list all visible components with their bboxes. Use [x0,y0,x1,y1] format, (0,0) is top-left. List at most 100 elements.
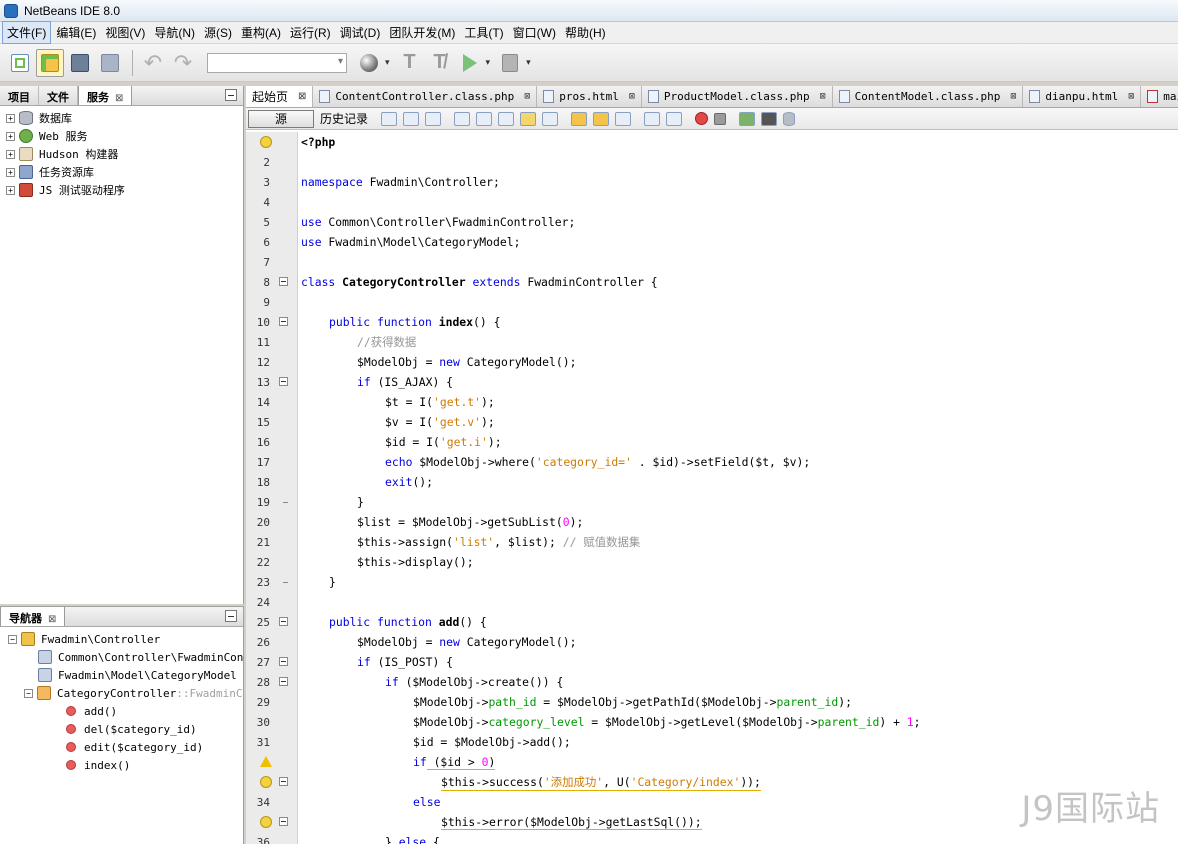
fold-toggle[interactable] [279,657,288,666]
new-file-button[interactable] [6,49,34,77]
tree-item-web-services[interactable]: + Web 服务 [6,127,243,145]
back-icon[interactable] [403,111,420,126]
expand-icon[interactable]: + [6,131,15,141]
menu-view[interactable]: 视图(V) [101,22,149,43]
tree-item-hudson[interactable]: + Hudson 构建器 [6,145,243,163]
menu-tools[interactable]: 工具(T) [460,22,507,43]
nav-item-use[interactable]: Fwadmin\Model\CategoryModel [8,666,243,684]
fold-toggle[interactable] [279,377,288,386]
configuration-combobox[interactable] [207,52,347,73]
warning-icon[interactable] [260,756,272,767]
redo-button[interactable]: ↷ [169,49,197,77]
editor-tab[interactable]: ProductModel.class.php ⊠ [642,86,833,107]
close-icon[interactable]: ⊠ [115,93,123,104]
fold-toggle[interactable] [279,617,288,626]
new-project-button[interactable] [36,48,64,77]
menu-edit[interactable]: 编辑(E) [52,22,100,43]
menu-window[interactable]: 窗口(W) [509,22,560,43]
tree-item-databases[interactable]: + 数据库 [6,109,243,127]
code-area[interactable]: 1<?php 2 3namespace Fwadmin\Controller; … [246,132,1178,844]
menu-source[interactable]: 源(S) [200,22,236,43]
nav-item-use[interactable]: Common\Controller\FwadminCont [8,648,243,666]
fold-toggle[interactable] [279,777,288,786]
nav-item-method[interactable]: add() [8,702,243,720]
hint-bulb-icon[interactable] [260,816,272,828]
clean-build-button[interactable]: T̸ [426,49,454,77]
tree-item-task-repositories[interactable]: + 任务资源库 [6,163,243,181]
collapse-icon[interactable]: − [24,688,33,698]
nav-item-method[interactable]: edit($category_id) [8,738,243,756]
next-bookmark-icon[interactable] [593,111,610,126]
menu-help[interactable]: 帮助(H) [561,22,610,43]
toggle-bookmark-icon[interactable] [615,111,632,126]
source-view-button[interactable]: 源 [248,109,314,128]
chevron-down-icon[interactable]: ▾ [526,57,531,68]
fold-toggle[interactable] [279,817,288,826]
debug-button[interactable] [496,49,524,77]
toggle-highlight-icon[interactable] [520,111,537,126]
fold-toggle[interactable] [279,677,288,686]
menu-file[interactable]: 文件(F) [2,21,52,44]
forward-icon[interactable] [425,111,442,126]
run-button[interactable] [456,49,484,77]
nav-item-namespace[interactable]: − Fwadmin\Controller [8,630,243,648]
close-icon[interactable]: ⊠ [48,614,56,625]
menu-team[interactable]: 团队开发(M) [385,22,459,43]
find-next-icon[interactable] [498,111,515,126]
menu-run[interactable]: 运行(R) [286,22,335,43]
nav-item-class[interactable]: − CategoryController::FwadminCo [8,684,243,702]
stop-macro-icon[interactable] [714,112,727,125]
close-icon[interactable]: ⊠ [298,91,306,102]
tab-projects[interactable]: 项目 [0,86,39,105]
menu-debug[interactable]: 调试(D) [336,22,385,43]
editor-tab[interactable]: dianpu.html ⊠ [1023,86,1142,107]
tab-navigator[interactable]: 导航器 ⊠ [0,607,66,626]
chevron-down-icon[interactable]: ▾ [486,57,491,68]
validate-icon[interactable] [761,111,778,126]
nav-item-method[interactable]: index() [8,756,243,774]
start-macro-icon[interactable] [695,112,709,125]
close-icon[interactable]: ⊠ [629,91,635,102]
previous-bookmark-icon[interactable] [571,111,588,126]
editor-tab[interactable]: main.html [1141,86,1178,107]
tab-files[interactable]: 文件 [39,86,78,105]
expand-icon[interactable]: + [6,149,15,159]
fold-toggle[interactable] [279,317,288,326]
check-file-icon[interactable] [739,111,756,126]
minimize-panel-button[interactable] [225,89,237,101]
database-icon[interactable] [783,111,796,126]
editor-tab[interactable]: ContentModel.class.php ⊠ [833,86,1024,107]
expand-icon[interactable]: + [6,185,15,195]
close-icon[interactable]: ⊠ [1128,91,1134,102]
close-icon[interactable]: ⊠ [1010,91,1016,102]
menu-navigate[interactable]: 导航(N) [150,22,199,43]
tab-services[interactable]: 服务 ⊠ [78,86,133,105]
editor-tab[interactable]: pros.html ⊠ [537,86,642,107]
close-icon[interactable]: ⊠ [820,91,826,102]
nav-item-method[interactable]: del($category_id) [8,720,243,738]
shift-left-icon[interactable] [644,111,661,126]
fold-toggle[interactable] [279,277,288,286]
menu-refactor[interactable]: 重构(A) [237,22,285,43]
hint-bulb-icon[interactable] [260,776,272,788]
last-edit-icon[interactable] [381,111,398,126]
set-project-browser-button[interactable] [355,49,383,77]
hint-bulb-icon[interactable] [260,136,272,148]
save-all-button[interactable] [96,49,124,77]
shift-right-icon[interactable] [666,111,683,126]
chevron-down-icon[interactable]: ▾ [385,57,390,68]
open-project-button[interactable] [66,49,94,77]
toggle-rect-selection-icon[interactable] [542,111,559,126]
build-button[interactable]: T [396,49,424,77]
editor-tab-start-page[interactable]: 起始页 ⊠ [246,86,314,107]
expand-icon[interactable]: + [6,113,15,123]
find-icon[interactable] [454,111,471,126]
history-view-button[interactable]: 历史记录 [320,110,368,127]
expand-icon[interactable]: + [6,167,15,177]
collapse-icon[interactable]: − [8,634,17,644]
editor-tab[interactable]: ContentController.class.php ⊠ [313,86,538,107]
undo-button[interactable]: ↶ [139,49,167,77]
close-icon[interactable]: ⊠ [524,91,530,102]
find-previous-icon[interactable] [476,111,493,126]
tree-item-js-test-driver[interactable]: + JS 测试驱动程序 [6,181,243,199]
